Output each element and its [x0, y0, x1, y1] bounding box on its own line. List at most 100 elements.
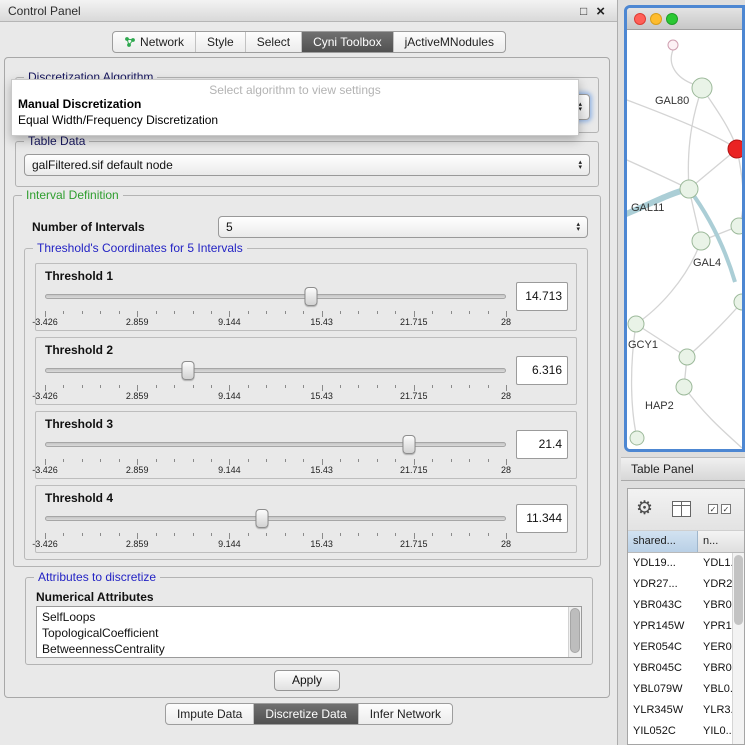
network-node-selected[interactable] [728, 140, 742, 158]
window-controls: □ × [580, 0, 605, 22]
column-checkboxes: ✓ ✓ [708, 504, 731, 514]
network-canvas[interactable]: GAL80 GAL11 GAL4 GCY1 HAP2 [627, 30, 742, 449]
network-node[interactable] [628, 316, 644, 332]
table-row[interactable]: YPR145WYPR1... [628, 616, 732, 637]
algorithm-option-equal-width-frequency-discretization[interactable]: Equal Width/Frequency Discretization [12, 112, 578, 128]
columns-icon[interactable] [672, 501, 691, 517]
bottom-tab-infer-network[interactable]: Infer Network [359, 704, 452, 724]
attribute-item-selfloops[interactable]: SelfLoops [42, 609, 581, 625]
table-row[interactable]: YDR27...YDR2... [628, 574, 732, 595]
threshold-value-field[interactable]: 14.713 [516, 282, 568, 311]
table-panel-titlebar[interactable]: Table Panel [621, 457, 745, 481]
table-row[interactable]: YBR043CYBR0... [628, 595, 732, 616]
cell-name: YDL1... [698, 553, 732, 574]
table-row[interactable]: YDL19...YDL1... [628, 553, 732, 574]
bottom-tab-strip: Impute Data Discretize Data Infer Network [165, 703, 453, 725]
table-data-combobox[interactable]: galFiltered.sif default node ▴▾ [24, 154, 590, 176]
network-icon [124, 36, 136, 48]
threshold-panel-2: Threshold 2 -3.4262.8599.14415.4321.71528… [35, 337, 577, 405]
close-traffic-icon[interactable] [634, 13, 646, 25]
threshold-value-field[interactable]: 6.316 [516, 356, 568, 385]
threshold-value-field[interactable]: 11.344 [516, 504, 568, 533]
algorithm-option-manual-discretization[interactable]: Manual Discretization [12, 96, 578, 112]
control-panel-titlebar[interactable]: Control Panel □ × [0, 0, 617, 22]
cell-shared-name: YBR043C [628, 595, 698, 616]
network-node[interactable] [734, 294, 742, 310]
apply-button[interactable]: Apply [274, 670, 340, 691]
cell-name: YPR1... [698, 616, 732, 637]
attribute-item-betweennesscentrality[interactable]: BetweennessCentrality [42, 641, 581, 657]
threshold-label: Threshold 2 [45, 343, 113, 357]
combo-value: galFiltered.sif default node [32, 158, 578, 172]
threshold-slider[interactable]: -3.4262.8599.14415.4321.71528 [45, 434, 506, 474]
top-tab-select[interactable]: Select [246, 32, 301, 52]
network-node[interactable] [680, 180, 698, 198]
network-node[interactable] [692, 232, 710, 250]
tab-label: Discretize Data [265, 707, 346, 721]
checkbox-none-icon[interactable]: ✓ [721, 504, 731, 514]
bottom-tab-impute-data[interactable]: Impute Data [166, 704, 253, 724]
network-node[interactable] [731, 218, 742, 234]
top-tab-cyni-toolbox[interactable]: Cyni Toolbox [302, 32, 392, 52]
attributes-group: Attributes to discretize Numerical Attri… [25, 577, 593, 665]
threshold-slider[interactable]: -3.4262.8599.14415.4321.71528 [45, 508, 506, 548]
number-of-intervals-combobox[interactable]: 5 ▴▾ [218, 216, 588, 238]
slider-thumb[interactable] [255, 509, 268, 528]
slider-thumb[interactable] [403, 435, 416, 454]
slider-track[interactable] [45, 516, 506, 521]
attribute-item-topologicalcoefficient[interactable]: TopologicalCoefficient [42, 625, 581, 641]
slider-thumb[interactable] [305, 287, 318, 306]
table-row[interactable]: YLR345WYLR3... [628, 700, 732, 721]
tab-label: Infer Network [370, 707, 441, 721]
slider-track[interactable] [45, 442, 506, 447]
spinner-icon: ▴▾ [578, 160, 582, 170]
threshold-slider[interactable]: -3.4262.8599.14415.4321.71528 [45, 360, 506, 400]
network-node[interactable] [679, 349, 695, 365]
table-row[interactable]: YER054CYER0... [628, 637, 732, 658]
tab-label: jActiveMNodules [405, 35, 494, 49]
network-node[interactable] [692, 78, 712, 98]
column-header-name[interactable]: n... [698, 531, 744, 552]
interval-definition-group: Interval Definition Number of Intervals … [13, 195, 601, 567]
cell-name: YBR0... [698, 658, 732, 679]
network-window-titlebar[interactable] [627, 8, 742, 30]
numerical-attributes-listbox[interactable]: SelfLoopsTopologicalCoefficientBetweenne… [36, 606, 582, 658]
network-node[interactable] [630, 431, 644, 445]
network-canvas-area[interactable]: GAL80 GAL11 GAL4 GCY1 HAP2 [627, 30, 742, 449]
table-scrollbar-thumb[interactable] [734, 555, 743, 625]
slider-track[interactable] [45, 368, 506, 373]
table-scrollbar[interactable] [732, 553, 744, 744]
threshold-slider[interactable]: -3.4262.8599.14415.4321.71528 [45, 286, 506, 326]
table-body: YDL19...YDL1...YDR27...YDR2...YBR043CYBR… [628, 553, 732, 742]
list-scrollbar[interactable] [568, 607, 581, 657]
spinner-icon: ▴▾ [578, 102, 582, 112]
top-tab-row: NetworkStyleSelectCyni Toolbox jActiveMNo… [0, 31, 618, 53]
column-header-shared-name[interactable]: shared... [628, 531, 698, 552]
node-label-gcy1: GCY1 [628, 339, 658, 351]
checkbox-all-icon[interactable]: ✓ [708, 504, 718, 514]
slider-thumb[interactable] [181, 361, 194, 380]
group-title: Attributes to discretize [34, 570, 160, 584]
number-of-intervals-label: Number of Intervals [32, 220, 145, 234]
close-icon[interactable]: × [596, 3, 605, 20]
top-tab-network[interactable]: Network [113, 32, 195, 52]
network-node[interactable] [668, 40, 678, 50]
float-window-icon[interactable]: □ [580, 4, 587, 18]
list-scrollbar-thumb[interactable] [570, 608, 580, 653]
slider-track[interactable] [45, 294, 506, 299]
network-view-window[interactable]: GAL80 GAL11 GAL4 GCY1 HAP2 [624, 5, 745, 452]
minimize-traffic-icon[interactable] [650, 13, 662, 25]
table-row[interactable]: YIL052CYIL0... [628, 721, 732, 742]
window-title: Control Panel [8, 0, 81, 22]
table-row[interactable]: YBL079WYBL0... [628, 679, 732, 700]
slider-scale-labels: -3.4262.8599.14415.4321.71528 [45, 539, 506, 550]
top-tab-jactivemnodules[interactable]: jActiveMNodules [394, 32, 505, 52]
node-label-hap2: HAP2 [645, 400, 674, 412]
zoom-traffic-icon[interactable] [666, 13, 678, 25]
bottom-tab-discretize-data[interactable]: Discretize Data [254, 704, 357, 724]
gear-icon[interactable]: ⚙ [636, 497, 653, 520]
table-row[interactable]: YBR045CYBR0... [628, 658, 732, 679]
network-node[interactable] [676, 379, 692, 395]
top-tab-style[interactable]: Style [196, 32, 245, 52]
threshold-value-field[interactable]: 21.4 [516, 430, 568, 459]
